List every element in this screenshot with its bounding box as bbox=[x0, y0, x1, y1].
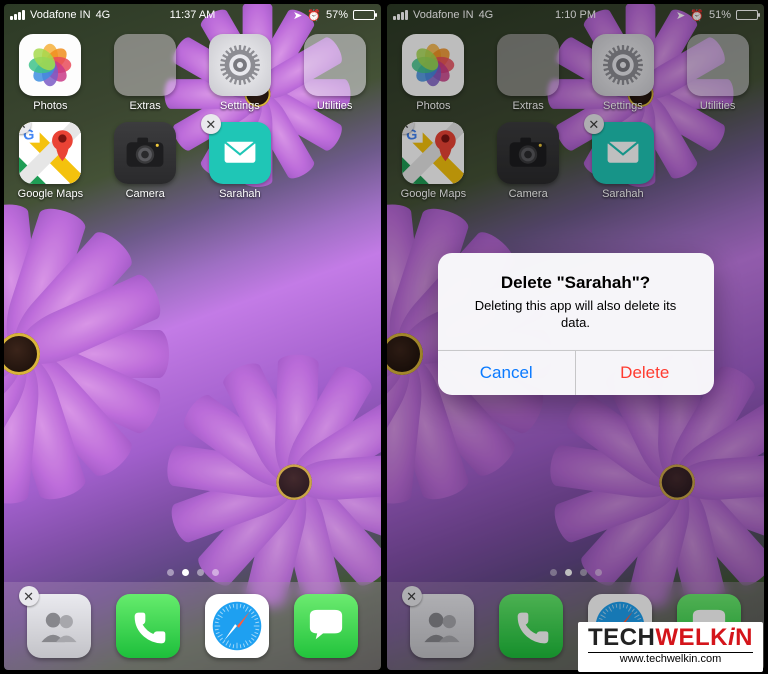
home-grid[interactable]: Photos Extras Settings Utilities G✕ Google Ma… bbox=[4, 24, 381, 200]
clock: 11:37 AM bbox=[4, 9, 381, 21]
app-label: Photos bbox=[33, 100, 67, 112]
sarahah-app[interactable]: ✕ Sarahah bbox=[204, 122, 277, 200]
contacts-app-icon[interactable]: ✕ bbox=[27, 594, 91, 658]
watermark: TECHWELKiN www.techwelkin.com bbox=[578, 622, 763, 672]
delete-badge[interactable]: ✕ bbox=[19, 586, 39, 606]
contacts-app[interactable]: ✕ bbox=[27, 594, 91, 658]
phone-app-icon[interactable] bbox=[116, 594, 180, 658]
watermark-brand-d: N bbox=[735, 624, 753, 651]
phone-app[interactable] bbox=[116, 594, 180, 658]
dialog-title: Delete "Sarahah"? bbox=[438, 253, 714, 297]
camera-app-icon[interactable] bbox=[114, 122, 176, 184]
google-maps-app[interactable]: G✕ Google Maps bbox=[14, 122, 87, 200]
photos-app-icon[interactable] bbox=[19, 34, 81, 96]
settings-app[interactable]: Settings bbox=[204, 34, 277, 112]
sarahah-app-icon[interactable]: ✕ bbox=[209, 122, 271, 184]
watermark-brand-b: WELK bbox=[655, 624, 728, 651]
app-label: Camera bbox=[126, 188, 165, 200]
delete-badge[interactable]: ✕ bbox=[201, 114, 221, 134]
photos-app[interactable]: Photos bbox=[14, 34, 87, 112]
watermark-url: www.techwelkin.com bbox=[588, 652, 753, 666]
utilities-folder[interactable]: Utilities bbox=[298, 34, 371, 112]
extras-folder-icon[interactable] bbox=[114, 34, 176, 96]
screenshot-left: Vodafone IN 4G 11:37 AM ➤ ⏰ 57% Photos Ex… bbox=[4, 4, 381, 670]
safari-app[interactable] bbox=[205, 594, 269, 658]
app-label: Sarahah bbox=[219, 188, 261, 200]
status-bar: Vodafone IN 4G 11:37 AM ➤ ⏰ 57% bbox=[4, 4, 381, 24]
battery-icon bbox=[353, 10, 375, 20]
google-maps-app-icon[interactable]: G✕ bbox=[19, 122, 81, 184]
dialog-message: Deleting this app will also delete its d… bbox=[438, 297, 714, 350]
utilities-folder-icon[interactable] bbox=[304, 34, 366, 96]
delete-button[interactable]: Delete bbox=[575, 351, 714, 395]
page-dots[interactable] bbox=[4, 569, 381, 576]
extras-folder[interactable]: Extras bbox=[109, 34, 182, 112]
app-label: Extras bbox=[130, 100, 161, 112]
watermark-brand-a: TECH bbox=[588, 624, 655, 651]
messages-app-icon[interactable] bbox=[294, 594, 358, 658]
settings-app-icon[interactable] bbox=[209, 34, 271, 96]
messages-app[interactable] bbox=[294, 594, 358, 658]
delete-app-dialog: Delete "Sarahah"? Deleting this app will… bbox=[438, 253, 714, 395]
app-label: Settings bbox=[220, 100, 260, 112]
page-dot[interactable] bbox=[212, 569, 219, 576]
page-dot[interactable] bbox=[182, 569, 189, 576]
camera-app[interactable]: Camera bbox=[109, 122, 182, 200]
page-dot[interactable] bbox=[167, 569, 174, 576]
app-label: Google Maps bbox=[18, 188, 83, 200]
safari-app-icon[interactable] bbox=[205, 594, 269, 658]
dock[interactable]: ✕ bbox=[4, 582, 381, 670]
app-label: Utilities bbox=[317, 100, 352, 112]
page-dot[interactable] bbox=[197, 569, 204, 576]
screenshot-right: Vodafone IN 4G 1:10 PM ➤ ⏰ 51% PhotosExt… bbox=[387, 4, 764, 670]
cancel-button[interactable]: Cancel bbox=[438, 351, 576, 395]
